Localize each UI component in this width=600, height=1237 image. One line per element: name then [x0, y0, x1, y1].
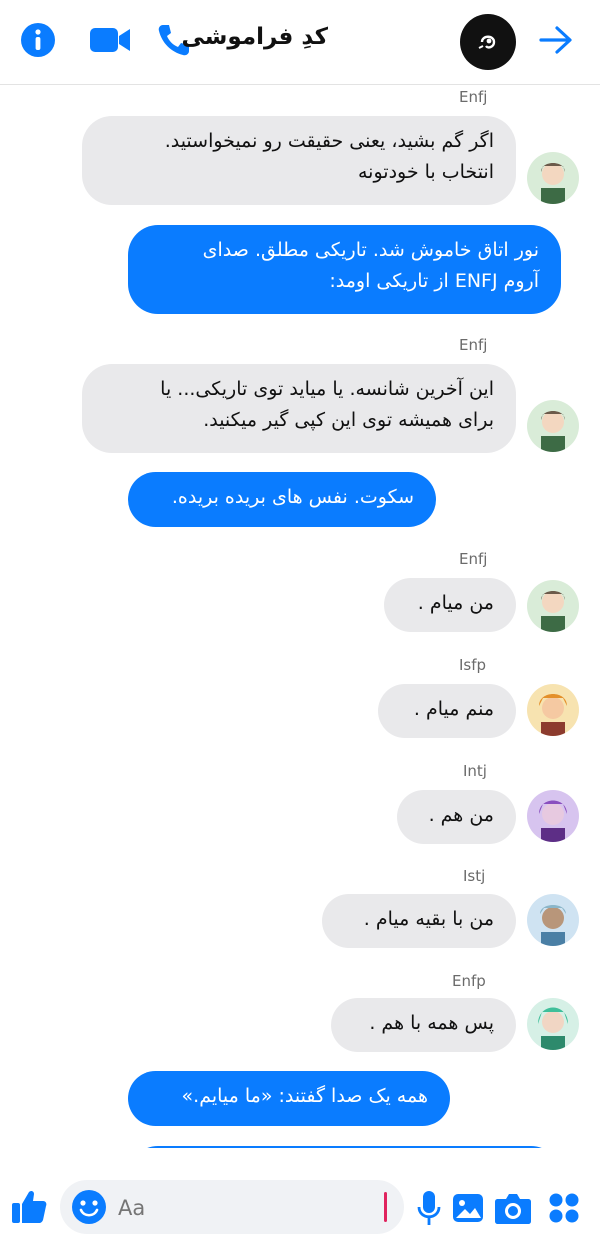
microphone-icon	[417, 1191, 441, 1225]
message-bubble-incoming[interactable]: من میام .	[384, 578, 516, 632]
gallery-button[interactable]	[449, 1189, 487, 1227]
sender-name: Isfp	[459, 656, 487, 674]
chat-header: کدِ فراموشی	[0, 0, 600, 85]
message-bubble-incoming[interactable]: پس همه با هم .	[331, 998, 516, 1052]
message-list[interactable]: Enfj اگر گم بشید، یعنی حقیقت رو نمیخواست…	[0, 84, 600, 1148]
sender-name: Istj	[463, 867, 486, 885]
avatar-enfj[interactable]	[527, 152, 579, 204]
avatar-enfj[interactable]	[527, 580, 579, 632]
apps-button[interactable]	[545, 1189, 583, 1227]
microphone-button[interactable]	[414, 1188, 444, 1228]
message-bubble-outgoing[interactable]: همه یک صدا گفتند: «ما میایم.»	[128, 1071, 450, 1126]
emoji-button[interactable]	[70, 1188, 108, 1226]
camera-icon	[495, 1194, 531, 1224]
info-button[interactable]	[18, 20, 58, 60]
info-icon	[21, 23, 55, 57]
message-bubble-incoming[interactable]: من هم .	[397, 790, 516, 844]
emoji-icon	[72, 1190, 106, 1224]
sender-name: Enfj	[459, 336, 488, 354]
video-call-button[interactable]	[88, 20, 132, 60]
message-bubble-incoming[interactable]: منم میام .	[378, 684, 516, 738]
avatar-enfp[interactable]	[527, 998, 579, 1050]
message-bubble-outgoing[interactable]: سکوت. نفس های بریده بریده.	[128, 472, 436, 527]
avatar-isfp[interactable]	[527, 684, 579, 736]
message-bubble-incoming[interactable]: من با بقیه میام .	[322, 894, 516, 948]
avatar-istj[interactable]	[527, 894, 579, 946]
video-call-icon	[90, 28, 130, 52]
avatar-enfj[interactable]	[527, 400, 579, 452]
group-avatar[interactable]	[460, 14, 516, 70]
chat-title[interactable]: کدِ فراموشی	[182, 24, 328, 50]
message-bubble-incoming[interactable]: این آخرین شانسه. یا میاید توی تاریکی... …	[82, 364, 516, 453]
sender-name: Enfj	[459, 550, 488, 568]
sender-name: Intj	[463, 762, 487, 780]
message-input[interactable]	[116, 1192, 370, 1224]
sender-name: Enfj	[459, 88, 488, 106]
camera-button[interactable]	[493, 1189, 533, 1227]
like-button[interactable]	[8, 1186, 50, 1228]
message-bubble-outgoing[interactable]: نور اتاق خاموش شد. تاریکی مطلق. صدای آرو…	[128, 225, 561, 314]
message-bubble-incoming[interactable]: اگر گم بشید، یعنی حقیقت رو نمیخواستید. ا…	[82, 116, 516, 205]
forward-button[interactable]	[534, 20, 578, 60]
apps-icon	[549, 1193, 579, 1223]
text-cursor	[384, 1192, 387, 1222]
gallery-icon	[453, 1194, 483, 1222]
message-input-container[interactable]	[60, 1180, 404, 1234]
like-icon	[12, 1190, 47, 1223]
sender-name: Enfp	[452, 972, 486, 990]
forward-arrow-icon	[539, 26, 572, 54]
avatar-intj[interactable]	[527, 790, 579, 842]
